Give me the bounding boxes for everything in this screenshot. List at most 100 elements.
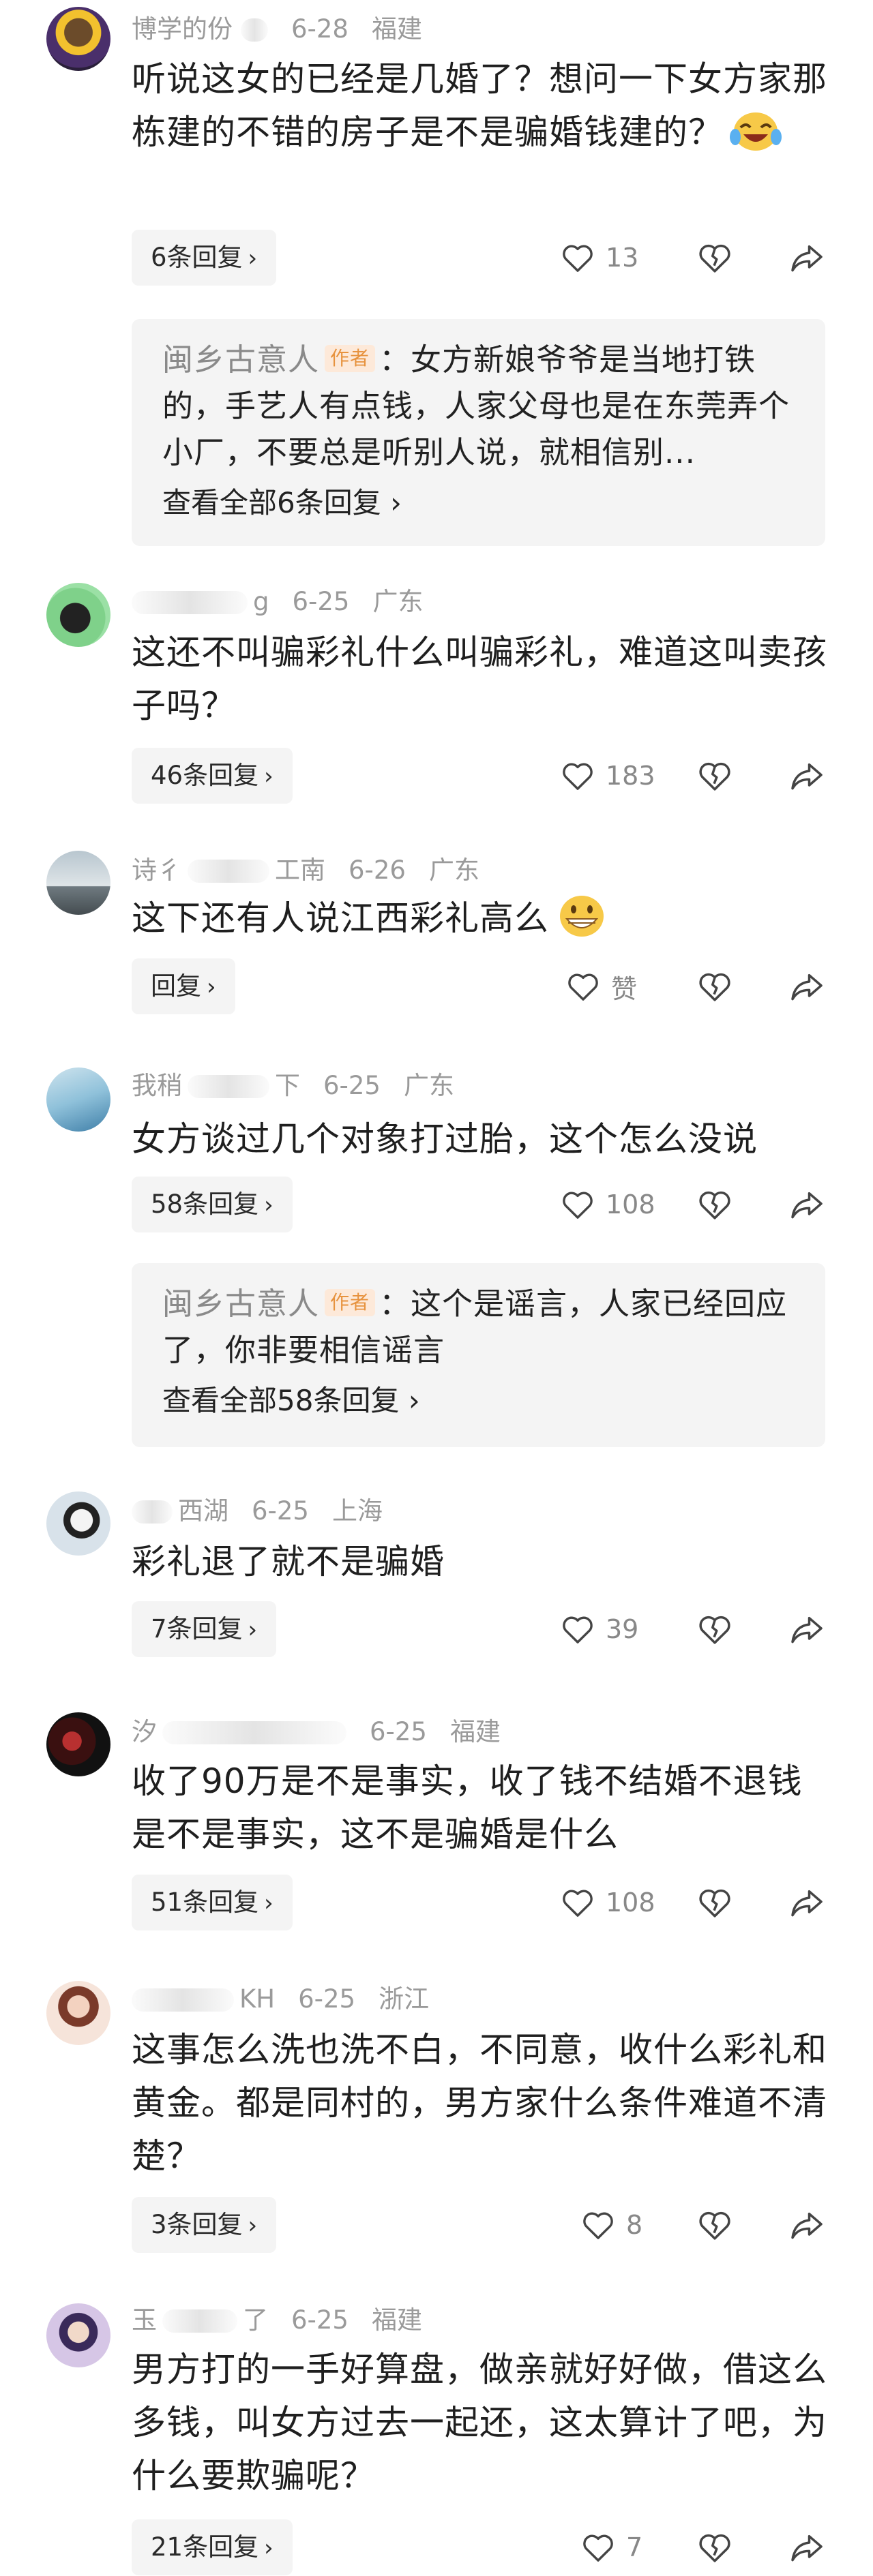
sub-reply-box[interactable]: 闽乡古意人 作者 ：女方新娘爷爷是当地打铁的，手艺人有点钱，人家父母也是在东莞弄个小…: [132, 319, 825, 546]
replies-button[interactable]: 回复 ›: [132, 958, 235, 1014]
heart-outline-icon: [568, 973, 598, 1001]
author-tag: 作者: [325, 345, 376, 372]
avatar[interactable]: [46, 851, 110, 915]
like-button[interactable]: 108: [559, 1875, 655, 1930]
author-tag: 作者: [325, 1289, 376, 1316]
view-all-replies-link[interactable]: 查看全部6条回复 ›: [162, 481, 795, 525]
share-arrow-icon[interactable]: [787, 2206, 827, 2244]
share-arrow-icon[interactable]: [787, 2528, 827, 2566]
chevron-right-icon: ›: [390, 486, 402, 519]
comment-text: 听说这女的已经是几婚了？想问一下女方家那栋建的不错的房子是不是骗婚钱建的？: [132, 52, 834, 159]
like-button[interactable]: 39: [559, 1601, 638, 1657]
comment-location: 福建: [371, 14, 422, 44]
username[interactable]: 诗彳: [132, 855, 182, 885]
like-count: 8: [626, 2210, 643, 2240]
sub-reply-box[interactable]: 闽乡古意人 作者 ：这个是谣言，人家已经回应了，你非要相信谣言 查看全部58条回复 …: [132, 1263, 825, 1447]
comment-meta: 我稍 下 6-25 广东: [132, 1069, 477, 1103]
broken-heart-icon[interactable]: [696, 2206, 734, 2244]
avatar[interactable]: [46, 7, 110, 71]
like-count: 赞: [611, 973, 638, 1004]
broken-heart-icon[interactable]: [696, 1610, 734, 1648]
comment-meta: 玉 了 6-25 福建: [132, 2303, 445, 2337]
like-button[interactable]: 赞: [565, 958, 637, 1014]
username[interactable]: KH: [239, 1984, 275, 2014]
comment-date: 6-25: [292, 587, 350, 616]
share-arrow-icon[interactable]: [787, 1185, 827, 1224]
blurred-username: [132, 1500, 173, 1524]
comment-date: 6-28: [291, 14, 349, 44]
share-arrow-icon[interactable]: [787, 1883, 827, 1922]
comment-actions: 13: [559, 230, 832, 286]
sub-reply-text: 闽乡古意人 作者 ：这个是谣言，人家已经回应了，你非要相信谣言: [162, 1281, 795, 1374]
comment-meta: 西湖 6-25 上海: [132, 1494, 406, 1528]
like-button[interactable]: 183: [559, 748, 655, 804]
comment-location: 上海: [331, 1496, 383, 1526]
replies-button[interactable]: 6条回复 ›: [132, 230, 277, 286]
view-all-label: 查看全部6条回复: [162, 486, 381, 519]
comment-date: 6-26: [349, 855, 406, 885]
like-button[interactable]: 7: [580, 2519, 642, 2575]
comment-location: 福建: [371, 2305, 422, 2335]
username[interactable]: 我稍: [132, 1071, 182, 1100]
like-button[interactable]: 8: [580, 2197, 642, 2253]
avatar[interactable]: [46, 1981, 110, 2045]
like-count: 108: [606, 1189, 655, 1219]
avatar[interactable]: [46, 1067, 110, 1132]
heart-outline-icon: [563, 245, 593, 272]
sub-reply-author[interactable]: 闽乡古意人: [162, 1286, 319, 1322]
username[interactable]: g: [253, 587, 269, 616]
replies-label: 3条回复: [151, 2210, 243, 2239]
sub-reply-author[interactable]: 闽乡古意人: [162, 342, 319, 378]
like-count: 7: [626, 2532, 643, 2562]
comment-meta: 博学的份 6-28 福建: [132, 12, 445, 46]
share-arrow-icon[interactable]: [787, 757, 827, 795]
like-count: 183: [606, 761, 655, 791]
chevron-right-icon: ›: [264, 1192, 273, 1219]
avatar[interactable]: [46, 1491, 110, 1556]
blurred-username: [241, 18, 268, 42]
replies-label: 51条回复: [151, 1888, 259, 1917]
chevron-right-icon: ›: [248, 2212, 258, 2239]
chevron-right-icon: ›: [207, 973, 216, 1001]
share-arrow-icon[interactable]: [787, 1610, 827, 1648]
replies-button[interactable]: 46条回复 ›: [132, 748, 293, 804]
comment-actions: 183: [559, 748, 832, 804]
replies-button[interactable]: 58条回复 ›: [132, 1177, 293, 1232]
comment-actions: 赞: [559, 958, 832, 1014]
broken-heart-icon[interactable]: [696, 239, 734, 277]
comment-text: 男方打的一手好算盘，做亲就好好做，借这么多钱，叫女方过去一起还，这太算计了吧，为…: [132, 2350, 827, 2496]
replies-button[interactable]: 51条回复 ›: [132, 1875, 293, 1930]
laughing-crying-emoji-icon: [730, 112, 782, 151]
username[interactable]: 博学的份: [132, 14, 233, 44]
broken-heart-icon[interactable]: [696, 1185, 734, 1224]
replies-label: 6条回复: [151, 243, 243, 272]
replies-label: 21条回复: [151, 2532, 259, 2562]
heart-outline-icon: [563, 1192, 593, 1219]
replies-label: 回复: [151, 971, 201, 1001]
broken-heart-icon[interactable]: [696, 2528, 734, 2566]
chevron-right-icon: ›: [248, 245, 258, 272]
comment-location: 广东: [372, 587, 424, 616]
replies-button[interactable]: 7条回复 ›: [132, 1601, 277, 1657]
username[interactable]: 西湖: [178, 1496, 228, 1526]
like-button[interactable]: 13: [559, 230, 638, 286]
avatar[interactable]: [46, 1712, 110, 1776]
replies-button[interactable]: 21条回复 ›: [132, 2519, 293, 2575]
username[interactable]: 玉: [132, 2305, 157, 2335]
share-arrow-icon[interactable]: [787, 967, 827, 1005]
like-button[interactable]: 108: [559, 1177, 655, 1232]
broken-heart-icon[interactable]: [696, 1883, 734, 1922]
avatar[interactable]: [46, 583, 110, 647]
replies-button[interactable]: 3条回复 ›: [132, 2197, 277, 2253]
comment-actions: 8: [559, 2197, 832, 2253]
blurred-username: [162, 2309, 237, 2333]
avatar[interactable]: [46, 2303, 110, 2367]
share-arrow-icon[interactable]: [787, 239, 827, 277]
comment-meta: 汐 6-25 福建: [132, 1715, 524, 1749]
view-all-replies-link[interactable]: 查看全部58条回复 ›: [162, 1379, 795, 1423]
broken-heart-icon[interactable]: [696, 757, 734, 795]
sub-reply-text: 闽乡古意人 作者 ：女方新娘爷爷是当地打铁的，手艺人有点钱，人家父母也是在东莞弄个小…: [162, 337, 795, 476]
broken-heart-icon[interactable]: [696, 967, 734, 1005]
username[interactable]: 汐: [132, 1717, 157, 1746]
heart-outline-icon: [583, 2534, 613, 2562]
